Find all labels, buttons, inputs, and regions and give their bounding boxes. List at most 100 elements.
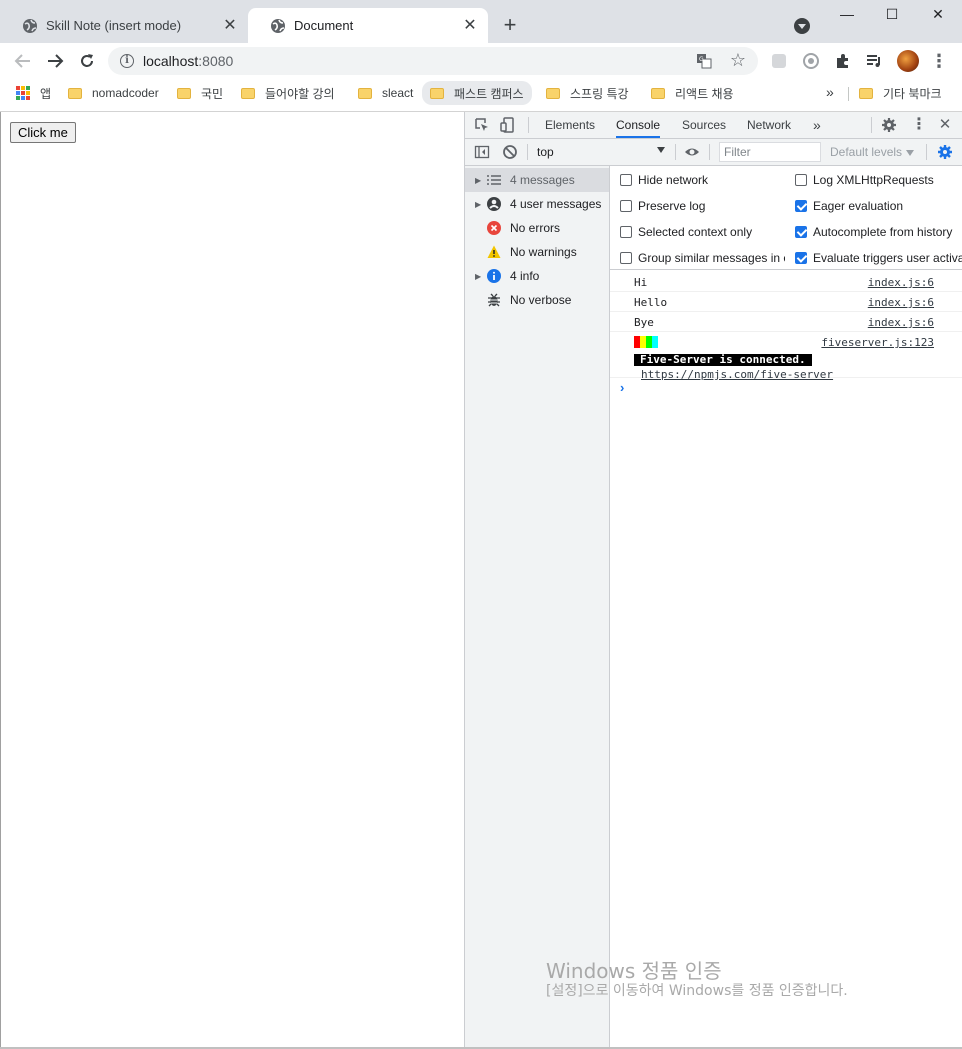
checkbox-checked[interactable] — [795, 200, 807, 212]
device-toolbar-icon[interactable] — [500, 117, 516, 133]
expand-triangle-icon[interactable]: ▶ — [475, 176, 487, 185]
sidebar-item-verbose[interactable]: ▶ No verbose — [465, 288, 609, 312]
tab-close-icon[interactable]: ✕ — [462, 17, 478, 34]
sidebar-item-errors[interactable]: ▶ No errors — [465, 216, 609, 240]
checkbox[interactable] — [795, 174, 807, 186]
profile-avatar[interactable] — [897, 50, 919, 72]
fiveserver-badge: Five-Server is connected. — [634, 354, 812, 366]
bookmark-star-icon[interactable]: ☆ — [730, 50, 746, 71]
expand-triangle-icon[interactable]: ▶ — [475, 272, 487, 281]
new-tab-button[interactable]: + — [498, 14, 522, 38]
translate-icon[interactable]: G — [696, 53, 712, 69]
setting-evaluate-triggers[interactable]: Evaluate triggers user activa — [795, 251, 962, 265]
forward-button[interactable] — [43, 49, 67, 73]
chevron-down-icon — [657, 147, 665, 153]
checkbox[interactable] — [620, 252, 632, 264]
checkbox-checked[interactable] — [795, 252, 807, 264]
setting-label: Evaluate triggers user activa — [813, 251, 962, 265]
sidebar-item-warnings[interactable]: ▶ No warnings — [465, 240, 609, 264]
bookmark-other[interactable]: 기타 북마크 — [859, 83, 942, 103]
sidebar-item-info[interactable]: ▶ 4 info — [465, 264, 609, 288]
checkbox[interactable] — [620, 226, 632, 238]
toolbar-divider — [926, 144, 927, 160]
setting-autocomplete-history[interactable]: Autocomplete from history — [795, 225, 962, 239]
fiveserver-link[interactable]: https://npmjs.com/five-server — [641, 368, 833, 381]
expand-triangle-icon[interactable]: ▶ — [475, 200, 487, 209]
setting-selected-context[interactable]: Selected context only — [620, 225, 790, 239]
tab-title: Document — [294, 18, 354, 33]
setting-group-similar[interactable]: Group similar messages in c — [620, 251, 785, 265]
minimize-button[interactable]: — — [835, 4, 859, 24]
tab-sources[interactable]: Sources — [682, 112, 726, 138]
tab-close-icon[interactable]: ✕ — [222, 17, 238, 34]
console-prompt[interactable]: › — [620, 380, 624, 395]
bookmark-folder[interactable]: sleact — [358, 83, 413, 103]
setting-preserve-log[interactable]: Preserve log — [620, 199, 790, 213]
bookmark-folder[interactable]: 스프링 특강 — [546, 83, 629, 103]
devtools-menu-icon[interactable]: ⋮ — [911, 117, 927, 133]
back-button[interactable] — [11, 49, 35, 73]
folder-icon — [651, 87, 665, 99]
tab-elements[interactable]: Elements — [545, 112, 595, 138]
sidebar-toggle-icon[interactable] — [474, 144, 490, 160]
toolbar-divider — [528, 117, 529, 133]
bug-icon — [487, 293, 501, 307]
bookmark-apps[interactable]: 앱 — [16, 83, 51, 103]
sidebar-item-user-messages[interactable]: ▶ 4 user messages — [465, 192, 609, 216]
bookmark-folder[interactable]: 국민 — [177, 83, 223, 103]
maximize-button[interactable]: ☐ — [880, 4, 904, 24]
console-settings-gear-icon[interactable] — [937, 144, 953, 160]
filter-input[interactable] — [719, 142, 821, 162]
bookmark-label: sleact — [382, 86, 414, 100]
bookmark-folder[interactable]: 패스트 캠퍼스 — [422, 81, 532, 105]
settings-gear-icon[interactable] — [881, 117, 897, 133]
bookmark-folder[interactable]: 리액트 채용 — [651, 83, 734, 103]
sidebar-item-label: 4 messages — [510, 173, 575, 187]
tab-skill-note[interactable]: Skill Note (insert mode) ✕ — [0, 8, 248, 43]
tab-document[interactable]: Document ✕ — [248, 8, 488, 43]
more-tabs-button[interactable]: » — [813, 112, 821, 138]
extension-icon[interactable] — [802, 52, 820, 70]
source-link[interactable]: index.js:6 — [868, 276, 934, 289]
sidebar-item-messages[interactable]: ▶ 4 messages — [465, 168, 609, 192]
bookmark-folder[interactable]: 들어야할 강의 — [241, 83, 335, 103]
setting-eager-evaluation[interactable]: Eager evaluation — [795, 199, 962, 213]
address-bar[interactable]: i localhost:8080 G ☆ — [108, 47, 758, 75]
bookmarks-overflow-button[interactable]: » — [826, 84, 834, 100]
close-devtools-icon[interactable]: ✕ — [937, 117, 953, 133]
toolbar-divider — [675, 144, 676, 160]
error-icon — [487, 221, 501, 235]
close-window-button[interactable]: ✕ — [926, 4, 950, 24]
setting-log-xhr[interactable]: Log XMLHttpRequests — [795, 173, 962, 187]
sidebar-item-label: 4 user messages — [510, 197, 602, 211]
reload-button[interactable] — [75, 49, 99, 73]
inspect-element-icon[interactable] — [474, 117, 490, 133]
site-info-icon[interactable]: i — [120, 54, 134, 68]
folder-icon — [430, 87, 444, 99]
click-me-button[interactable]: Click me — [10, 122, 76, 143]
tab-console[interactable]: Console — [616, 112, 661, 138]
context-selector[interactable]: top — [537, 145, 667, 161]
source-link[interactable]: index.js:6 — [868, 316, 934, 329]
puzzle-icon[interactable] — [834, 52, 852, 70]
checkbox[interactable] — [620, 174, 632, 186]
eye-icon[interactable] — [684, 144, 700, 160]
setting-hide-network[interactable]: Hide network — [620, 173, 790, 187]
apps-grid-icon — [16, 86, 30, 100]
checkbox[interactable] — [620, 200, 632, 212]
bookmark-folder[interactable]: nomadcoder — [68, 83, 159, 103]
log-levels-dropdown[interactable]: Default levels — [830, 145, 915, 159]
browser-menu-icon[interactable]: ⋮ — [930, 51, 948, 71]
source-link[interactable]: fiveserver.js:123 — [821, 336, 934, 349]
bookmarks-divider — [848, 87, 849, 101]
chevron-down-icon — [906, 149, 915, 156]
source-link[interactable]: index.js:6 — [868, 296, 934, 309]
tab-search-icon[interactable] — [794, 18, 810, 34]
checkbox-checked[interactable] — [795, 226, 807, 238]
tab-network[interactable]: Network — [747, 112, 791, 138]
url-host: localhost — [143, 53, 199, 69]
clear-console-icon[interactable] — [502, 144, 518, 160]
media-queue-icon[interactable] — [865, 52, 883, 70]
devtools-panel: Elements Console Sources Network » ⋮ ✕ t… — [464, 112, 962, 1049]
extension-icon[interactable] — [770, 52, 788, 70]
